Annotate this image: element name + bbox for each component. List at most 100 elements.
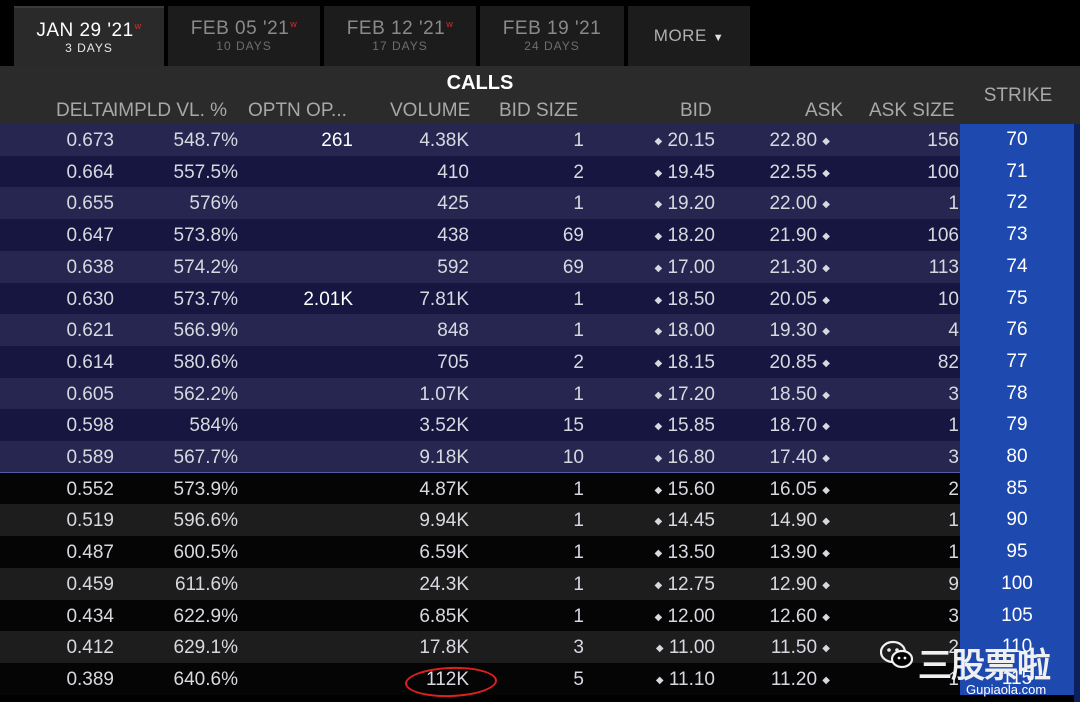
- strike-cell[interactable]: 100: [960, 567, 1074, 600]
- strike-cell[interactable]: 90: [960, 504, 1074, 537]
- bid-cell[interactable]: ◆ 13.50: [620, 542, 715, 564]
- table-row[interactable]: 0.598 584% 3.52K 15 1 ◆ 15.85 18.70 ◆ 79: [0, 409, 1080, 442]
- col-delta[interactable]: DELTA: [56, 100, 114, 122]
- strike-cell[interactable]: 70: [960, 124, 1074, 156]
- tab-expiration-2[interactable]: FEB 12 '21w 17 DAYS: [324, 6, 476, 66]
- ask-cell[interactable]: 22.80 ◆: [740, 130, 830, 152]
- tab-expiration-3[interactable]: FEB 19 '21 24 DAYS: [480, 6, 624, 66]
- ask-cell[interactable]: 21.90 ◆: [740, 225, 830, 247]
- bid-cell[interactable]: ◆ 17.00: [620, 257, 715, 279]
- ask-cell[interactable]: 20.85 ◆: [740, 352, 830, 374]
- table-row[interactable]: 0.664 557.5% 410 2 100 ◆ 19.45 22.55 ◆ 71: [0, 155, 1080, 188]
- bid-cell[interactable]: ◆ 18.20: [620, 225, 715, 247]
- ask-cell[interactable]: 22.55 ◆: [740, 162, 830, 184]
- table-row[interactable]: 0.673 548.7% 261 4.38K 1 156 ◆ 20.15 22.80 ◆ 70: [0, 124, 1080, 156]
- ask-cell[interactable]: 18.70 ◆: [740, 415, 830, 437]
- ask-cell[interactable]: 22.00 ◆: [740, 193, 830, 215]
- delta-cell: 0.598: [66, 415, 114, 437]
- strike-cell[interactable]: 80: [960, 441, 1074, 473]
- strike-cell[interactable]: 105: [960, 599, 1074, 632]
- ask-size-cell: 82: [937, 351, 959, 373]
- col-implied-vol[interactable]: IMPLD VL. %: [113, 100, 227, 122]
- delta-cell: 0.664: [66, 161, 114, 183]
- ask-cell[interactable]: 19.30 ◆: [740, 320, 830, 342]
- ask-cell[interactable]: 14.90 ◆: [740, 510, 830, 532]
- ask-cell[interactable]: 17.40 ◆: [740, 447, 830, 469]
- bid-cell[interactable]: ◆ 16.80: [620, 447, 715, 469]
- ask-value: 11.50: [770, 637, 818, 659]
- ask-cell[interactable]: 18.50 ◆: [740, 384, 830, 406]
- col-volume[interactable]: VOLUME: [390, 100, 470, 122]
- ask-cell[interactable]: 12.90 ◆: [740, 574, 830, 596]
- strike-cell[interactable]: 95: [960, 536, 1074, 569]
- tab-date: FEB 19 '21: [480, 18, 624, 40]
- ask-size-cell: 156: [927, 130, 959, 151]
- col-bid-size[interactable]: BID SIZE: [499, 100, 578, 122]
- table-row[interactable]: 0.630 573.7% 2.01K 7.81K 1 10 ◆ 18.50 20.05 ◆ 75: [0, 282, 1080, 315]
- volume-cell: 592: [437, 256, 469, 278]
- bid-cell[interactable]: ◆ 17.20: [620, 384, 715, 406]
- bid-size-cell: 1: [573, 605, 584, 627]
- ask-cell[interactable]: 20.05 ◆: [740, 289, 830, 311]
- col-ask[interactable]: ASK: [805, 100, 843, 122]
- ask-cell[interactable]: 21.30 ◆: [740, 257, 830, 279]
- volume-cell: 1.07K: [419, 383, 469, 405]
- weekly-marker: w: [134, 20, 142, 31]
- bid-cell[interactable]: ◆ 12.00: [620, 606, 715, 628]
- strike-cell[interactable]: 75: [960, 282, 1074, 315]
- bid-cell[interactable]: ◆ 11.10: [620, 669, 715, 691]
- strike-cell[interactable]: 78: [960, 377, 1074, 410]
- table-row[interactable]: 0.621 566.9% 848 1 4 ◆ 18.00 19.30 ◆ 76: [0, 314, 1080, 347]
- table-row[interactable]: 0.487 600.5% 6.59K 1 1 ◆ 13.50 13.90 ◆ 95: [0, 536, 1080, 569]
- strike-cell[interactable]: 71: [960, 155, 1074, 188]
- bid-diamond-icon: ◆: [654, 167, 663, 179]
- tab-expiration-0[interactable]: JAN 29 '21w 3 DAYS: [14, 6, 164, 66]
- col-open-interest[interactable]: OPTN OP...: [248, 100, 347, 122]
- table-row[interactable]: 0.638 574.2% 592 69 113 ◆ 17.00 21.30 ◆ 74: [0, 250, 1080, 283]
- delta-cell: 0.434: [66, 605, 114, 627]
- table-row[interactable]: 0.434 622.9% 6.85K 1 3 ◆ 12.00 12.60 ◆ 105: [0, 599, 1080, 632]
- bid-cell[interactable]: ◆ 18.50: [620, 289, 715, 311]
- col-ask-size[interactable]: ASK SIZE: [869, 100, 955, 122]
- table-row[interactable]: 0.459 611.6% 24.3K 1 9 ◆ 12.75 12.90 ◆ 100: [0, 567, 1080, 600]
- ask-diamond-icon: ◆: [822, 262, 830, 274]
- ask-cell[interactable]: 11.50 ◆: [740, 637, 830, 659]
- ask-cell[interactable]: 12.60 ◆: [740, 606, 830, 628]
- strike-cell[interactable]: 72: [960, 187, 1074, 220]
- strike-cell[interactable]: 76: [960, 314, 1074, 347]
- ask-cell[interactable]: 16.05 ◆: [740, 479, 830, 501]
- table-row[interactable]: 0.589 567.7% 9.18K 10 3 ◆ 16.80 17.40 ◆ 80: [0, 441, 1080, 473]
- table-row[interactable]: 0.614 580.6% 705 2 82 ◆ 18.15 20.85 ◆ 77: [0, 345, 1080, 378]
- strike-cell[interactable]: 73: [960, 219, 1074, 252]
- col-strike[interactable]: STRIKE: [960, 66, 1080, 124]
- ask-size-cell: 1: [948, 542, 959, 564]
- ask-value: 20.85: [769, 351, 818, 373]
- bid-cell[interactable]: ◆ 18.15: [620, 352, 715, 374]
- ask-cell[interactable]: 11.20 ◆: [740, 669, 830, 691]
- strike-cell[interactable]: 74: [960, 250, 1074, 283]
- tab-expiration-1[interactable]: FEB 05 '21w 10 DAYS: [168, 6, 320, 66]
- bid-cell[interactable]: ◆ 15.85: [620, 415, 715, 437]
- ask-diamond-icon: ◆: [822, 326, 830, 338]
- strike-cell[interactable]: 77: [960, 345, 1074, 378]
- col-bid[interactable]: BID: [680, 100, 712, 122]
- bid-cell[interactable]: ◆ 15.60: [620, 479, 715, 501]
- table-row[interactable]: 0.605 562.2% 1.07K 1 3 ◆ 17.20 18.50 ◆ 78: [0, 377, 1080, 410]
- table-row[interactable]: 0.552 573.9% 4.87K 1 2 ◆ 15.60 16.05 ◆ 85: [0, 472, 1080, 505]
- strike-cell[interactable]: 79: [960, 409, 1074, 442]
- bid-cell[interactable]: ◆ 12.75: [620, 574, 715, 596]
- bid-cell[interactable]: ◆ 18.00: [620, 320, 715, 342]
- implied-vol-cell: 573.7%: [173, 288, 238, 310]
- strike-cell[interactable]: 85: [960, 472, 1074, 505]
- bid-cell[interactable]: ◆ 20.15: [620, 130, 715, 152]
- bid-cell[interactable]: ◆ 19.45: [620, 162, 715, 184]
- more-button[interactable]: MORE ▼: [628, 6, 750, 66]
- table-row[interactable]: 0.519 596.6% 9.94K 1 1 ◆ 14.45 14.90 ◆ 90: [0, 504, 1080, 537]
- bid-cell[interactable]: ◆ 14.45: [620, 510, 715, 532]
- bid-cell[interactable]: ◆ 11.00: [620, 637, 715, 659]
- table-row[interactable]: 0.655 576% 425 1 1 ◆ 19.20 22.00 ◆ 72: [0, 187, 1080, 220]
- bid-cell[interactable]: ◆ 19.20: [620, 193, 715, 215]
- ask-cell[interactable]: 13.90 ◆: [740, 542, 830, 564]
- bid-value: 19.45: [667, 161, 715, 183]
- table-row[interactable]: 0.647 573.8% 438 69 106 ◆ 18.20 21.90 ◆ 73: [0, 219, 1080, 252]
